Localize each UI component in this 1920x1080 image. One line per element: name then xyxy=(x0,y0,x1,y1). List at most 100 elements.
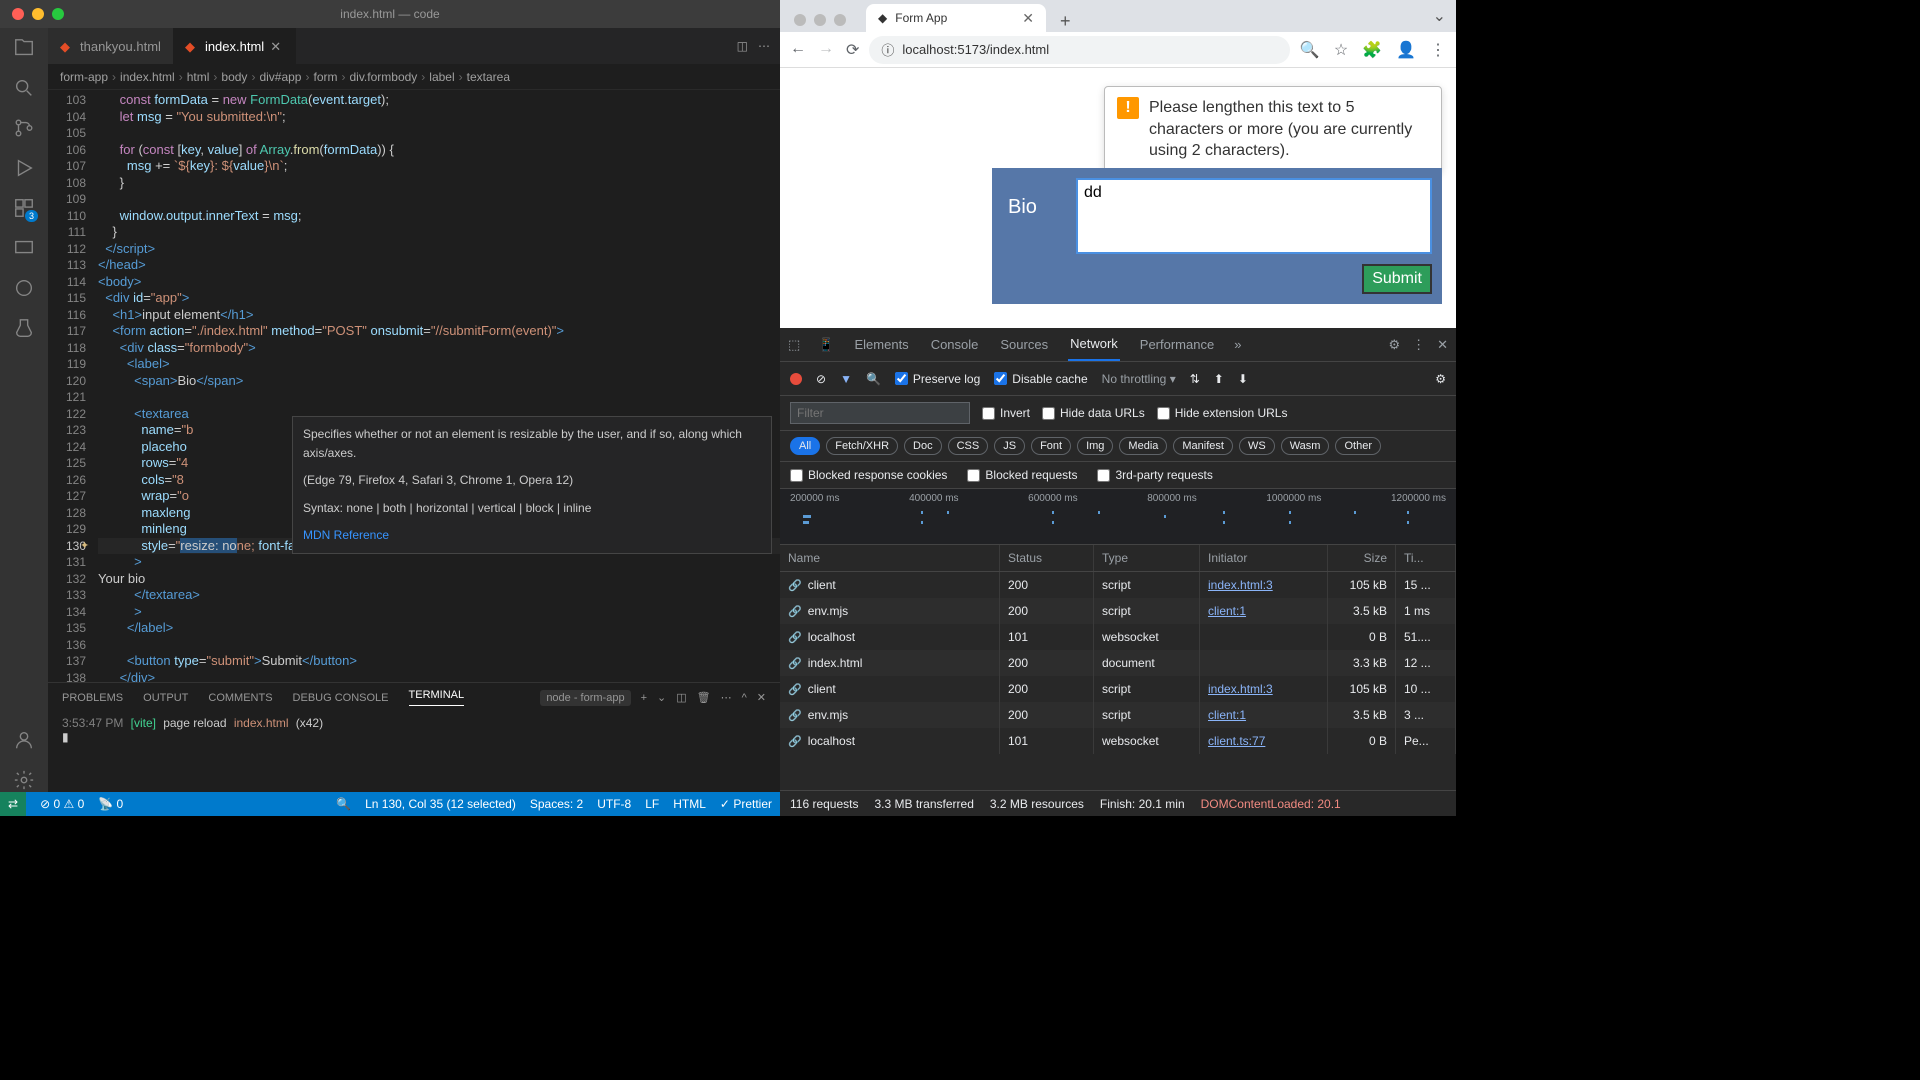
prettier-status[interactable]: ✓ Prettier xyxy=(720,797,772,811)
tab-console[interactable]: Console xyxy=(929,329,981,360)
address-bar[interactable]: ⓘ localhost:5173/index.html xyxy=(869,36,1289,64)
new-tab-button[interactable]: + xyxy=(1054,11,1077,32)
search-icon[interactable] xyxy=(12,76,36,100)
encoding[interactable]: UTF-8 xyxy=(597,797,631,811)
more-icon[interactable]: ⋯ xyxy=(758,39,770,53)
trash-icon[interactable]: 🗑 xyxy=(697,691,711,704)
minimize-window-icon[interactable] xyxy=(32,8,44,20)
table-row[interactable]: 🔗localhost101websocketclient.ts:770 BPe.… xyxy=(780,728,1456,754)
filter-icon[interactable]: ▼ xyxy=(840,372,852,386)
preserve-log-checkbox[interactable]: Preserve log xyxy=(895,372,980,386)
third-party-checkbox[interactable]: 3rd-party requests xyxy=(1097,468,1212,482)
copilot-icon[interactable] xyxy=(12,276,36,300)
bookmark-icon[interactable]: ☆ xyxy=(1334,40,1348,60)
tab-network[interactable]: Network xyxy=(1068,328,1120,361)
more-icon[interactable]: ⋯ xyxy=(721,691,732,704)
terminal-output[interactable]: 3:53:47 PM [vite] page reload index.html… xyxy=(48,712,780,748)
import-har-icon[interactable]: ⬆ xyxy=(1214,372,1224,386)
mdn-link[interactable]: MDN Reference xyxy=(303,526,761,545)
code-content[interactable]: const formData = new FormData(event.targ… xyxy=(98,90,780,682)
type-filter-manifest[interactable]: Manifest xyxy=(1173,437,1233,455)
type-filter-fetch/xhr[interactable]: Fetch/XHR xyxy=(826,437,898,455)
forward-icon[interactable]: → xyxy=(818,40,834,60)
type-filter-js[interactable]: JS xyxy=(994,437,1025,455)
new-terminal-icon[interactable]: + xyxy=(641,692,647,704)
hide-extension-urls-checkbox[interactable]: Hide extension URLs xyxy=(1157,406,1288,420)
type-filter-font[interactable]: Font xyxy=(1031,437,1071,455)
explorer-icon[interactable] xyxy=(12,36,36,60)
disable-cache-checkbox[interactable]: Disable cache xyxy=(994,372,1087,386)
reload-icon[interactable]: ⟳ xyxy=(846,40,859,60)
browser-tab[interactable]: ◆ Form App ✕ xyxy=(866,4,1046,32)
remote-indicator[interactable]: ⇄ xyxy=(0,792,26,816)
hide-data-urls-checkbox[interactable]: Hide data URLs xyxy=(1042,406,1145,420)
table-row[interactable]: 🔗index.html200document3.3 kB12 ... xyxy=(780,650,1456,676)
bio-textarea[interactable]: dd xyxy=(1076,178,1432,254)
zoom-icon[interactable]: 🔍 xyxy=(1300,40,1320,60)
panel-tab-output[interactable]: OUTPUT xyxy=(143,692,188,704)
close-panel-icon[interactable]: ✕ xyxy=(757,691,766,704)
errors-count[interactable]: ⊘ 0 ⚠ 0 xyxy=(40,797,84,811)
indentation[interactable]: Spaces: 2 xyxy=(530,797,583,811)
filter-input[interactable] xyxy=(790,402,970,424)
tab-thankyou[interactable]: ◆ thankyou.html xyxy=(48,28,173,64)
back-icon[interactable]: ← xyxy=(790,40,806,60)
site-info-icon[interactable]: ⓘ xyxy=(881,40,894,59)
table-row[interactable]: 🔗localhost101websocket0 B51.... xyxy=(780,624,1456,650)
account-icon[interactable] xyxy=(12,728,36,752)
breadcrumb[interactable]: form-app› index.html› html› body› div#ap… xyxy=(48,64,780,90)
blocked-cookies-checkbox[interactable]: Blocked response cookies xyxy=(790,468,947,482)
cursor-position[interactable]: Ln 130, Col 35 (12 selected) xyxy=(365,797,516,811)
window-controls[interactable] xyxy=(790,14,858,32)
blocked-requests-checkbox[interactable]: Blocked requests xyxy=(967,468,1077,482)
waterfall-overview[interactable]: 200000 ms400000 ms600000 ms800000 ms1000… xyxy=(780,489,1456,545)
maximize-panel-icon[interactable]: ^ xyxy=(742,692,747,704)
panel-tab-problems[interactable]: PROBLEMS xyxy=(62,692,123,704)
split-editor-icon[interactable]: ◫ xyxy=(737,39,748,53)
remote-icon[interactable] xyxy=(12,236,36,260)
tab-index[interactable]: ◆ index.html ✕ xyxy=(173,28,296,64)
gear-icon[interactable]: ⚙ xyxy=(1435,372,1446,386)
invert-checkbox[interactable]: Invert xyxy=(982,406,1030,420)
extensions-icon[interactable]: 🧩 xyxy=(1362,40,1382,60)
type-filter-ws[interactable]: WS xyxy=(1239,437,1275,455)
panel-tab-debug[interactable]: DEBUG CONSOLE xyxy=(293,692,389,704)
menu-icon[interactable]: ⋮ xyxy=(1430,40,1446,60)
panel-tab-comments[interactable]: COMMENTS xyxy=(208,692,272,704)
more-tabs-icon[interactable]: » xyxy=(1234,337,1241,352)
throttling-select[interactable]: No throttling ▾ xyxy=(1102,372,1176,386)
split-terminal-icon[interactable]: ◫ xyxy=(676,691,686,704)
type-filter-doc[interactable]: Doc xyxy=(904,437,942,455)
gear-icon[interactable]: ⚙ xyxy=(1388,337,1400,353)
type-filter-wasm[interactable]: Wasm xyxy=(1281,437,1330,455)
close-window-icon[interactable] xyxy=(12,8,24,20)
close-icon[interactable]: ✕ xyxy=(270,39,284,53)
source-control-icon[interactable] xyxy=(12,116,36,140)
panel-tab-terminal[interactable]: TERMINAL xyxy=(409,689,465,706)
eol[interactable]: LF xyxy=(645,797,659,811)
record-icon[interactable] xyxy=(790,373,802,385)
device-icon[interactable]: 📱 xyxy=(818,337,834,353)
ports-count[interactable]: 📡 0 xyxy=(98,797,123,811)
profile-icon[interactable]: 👤 xyxy=(1396,40,1416,60)
more-icon[interactable]: ⋮ xyxy=(1412,337,1425,353)
tab-performance[interactable]: Performance xyxy=(1138,329,1216,360)
maximize-window-icon[interactable] xyxy=(52,8,64,20)
settings-icon[interactable] xyxy=(12,768,36,792)
magnify-icon[interactable]: 🔍 xyxy=(336,797,351,811)
close-icon[interactable]: ✕ xyxy=(1022,10,1034,27)
type-filter-css[interactable]: CSS xyxy=(948,437,989,455)
tab-sources[interactable]: Sources xyxy=(998,329,1050,360)
chevron-down-icon[interactable]: ⌄ xyxy=(657,691,666,704)
run-debug-icon[interactable] xyxy=(12,156,36,180)
testing-icon[interactable] xyxy=(12,316,36,340)
table-row[interactable]: 🔗client200scriptindex.html:3105 kB10 ... xyxy=(780,676,1456,702)
type-filter-img[interactable]: Img xyxy=(1077,437,1113,455)
code-editor[interactable]: 1031041051061071081091101111121131141151… xyxy=(48,90,780,682)
type-filter-media[interactable]: Media xyxy=(1119,437,1167,455)
download-har-icon[interactable]: ⬇ xyxy=(1238,372,1248,386)
tab-elements[interactable]: Elements xyxy=(852,329,910,360)
window-controls[interactable] xyxy=(0,8,64,20)
network-conditions-icon[interactable]: ⇅ xyxy=(1190,372,1200,386)
table-row[interactable]: 🔗client200scriptindex.html:3105 kB15 ... xyxy=(780,572,1456,598)
